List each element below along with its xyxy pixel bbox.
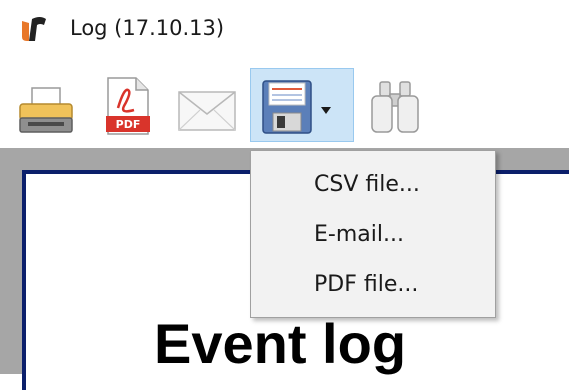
toolbar: PDF xyxy=(0,62,569,148)
report-title: Event log xyxy=(154,312,407,375)
chevron-down-icon xyxy=(321,107,331,114)
envelope-icon xyxy=(178,91,236,131)
save-format-menu: CSV file... E-mail... PDF file... xyxy=(250,150,496,318)
pdf-button[interactable]: PDF xyxy=(100,70,156,140)
window-title: Log (17.10.13) xyxy=(70,16,225,40)
print-button[interactable] xyxy=(16,70,76,140)
find-button[interactable] xyxy=(364,70,426,140)
menu-item-pdf-file[interactable]: PDF file... xyxy=(252,258,494,312)
app-logo-icon xyxy=(18,13,58,43)
pdf-icon-label: PDF xyxy=(116,118,141,131)
printer-icon xyxy=(19,87,73,133)
binoculars-icon xyxy=(371,81,419,133)
title-bar: Log (17.10.13) xyxy=(0,0,569,60)
floppy-disk-icon xyxy=(262,80,312,134)
pdf-file-icon: PDF xyxy=(106,77,150,135)
save-dropdown-button[interactable] xyxy=(250,68,354,142)
menu-item-csv-file[interactable]: CSV file... xyxy=(252,158,494,212)
menu-item-email[interactable]: E-mail... xyxy=(252,208,494,262)
email-button[interactable] xyxy=(176,70,238,140)
